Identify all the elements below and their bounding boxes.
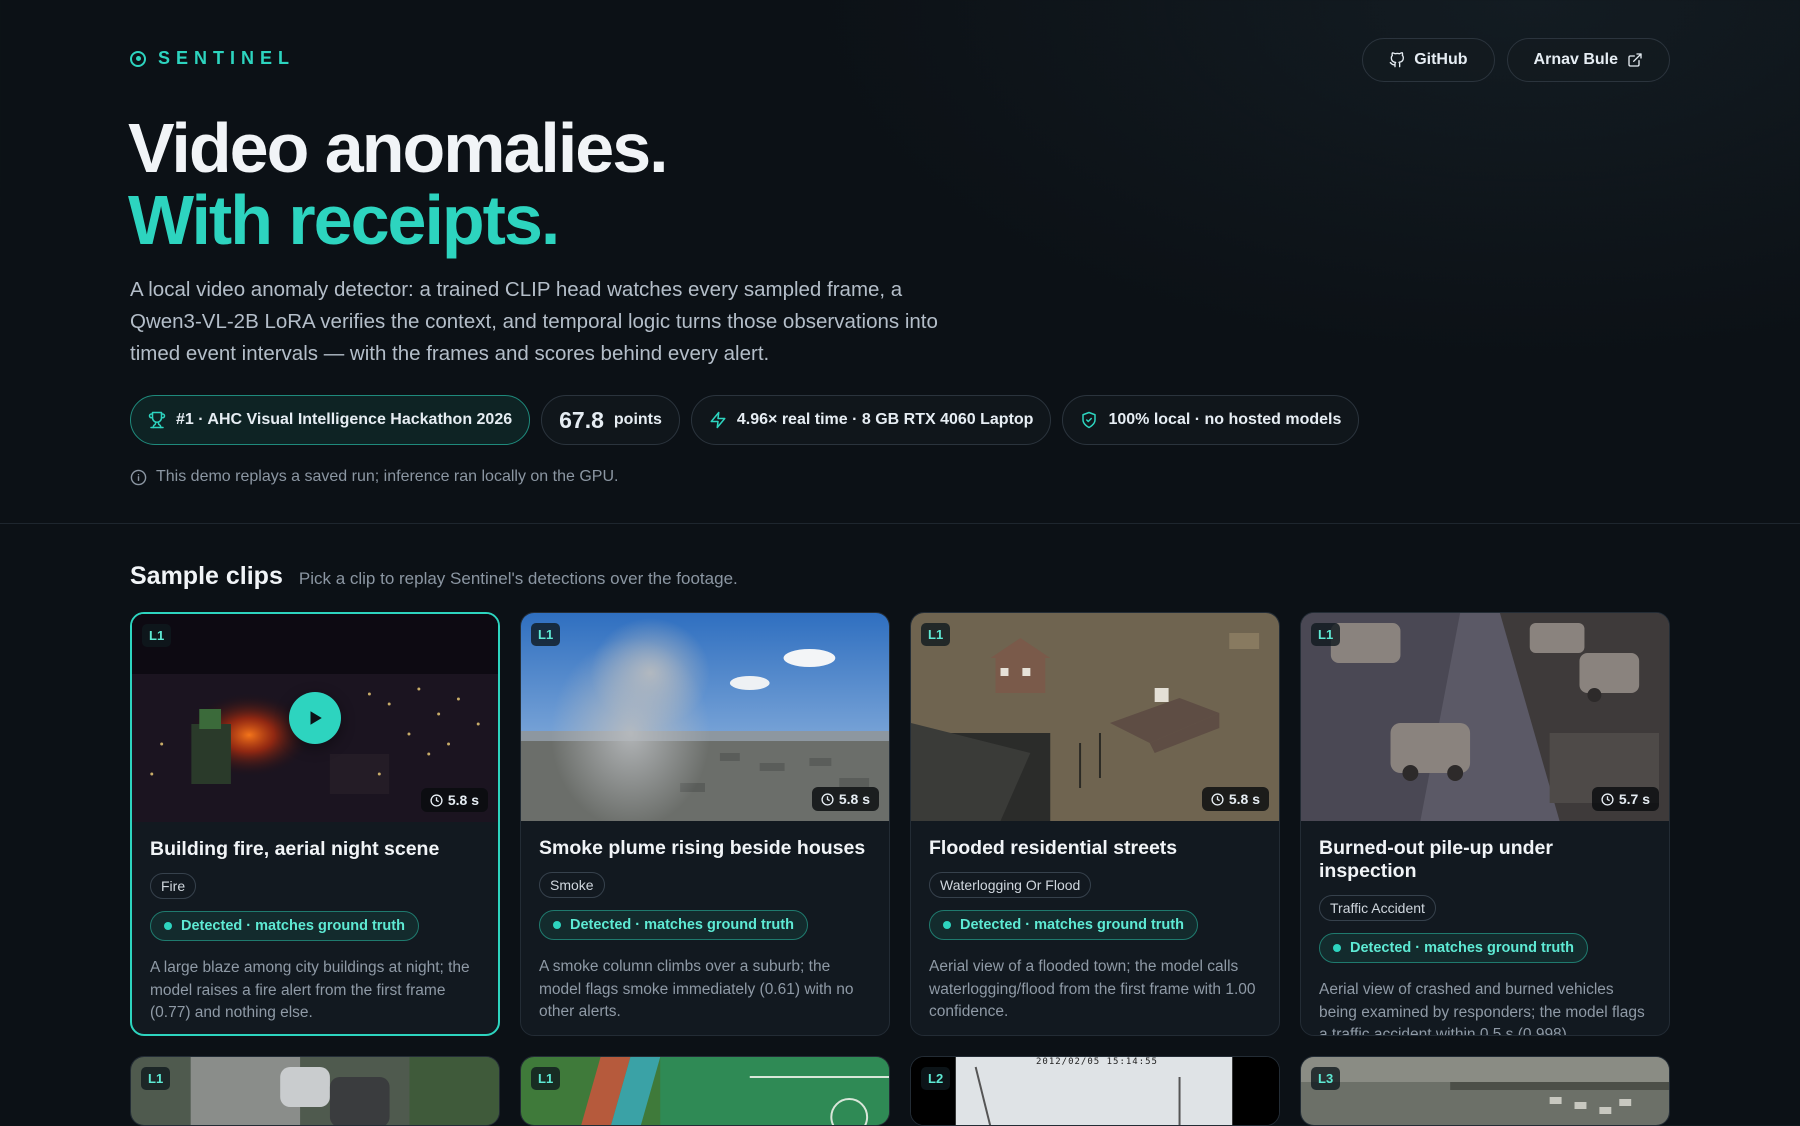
clip-card-fire[interactable]: L1 5.8 s Building fire, aerial night sce…	[130, 612, 500, 1036]
brand-name: SENTINEL	[158, 48, 296, 68]
points-badge: 67.8 points	[541, 395, 680, 445]
author-label: Arnav Bule	[1533, 51, 1618, 68]
clip-thumbnail: L1 5.7 s	[1301, 613, 1669, 821]
award-badge: #1 · AHC Visual Intelligence Hackathon 2…	[130, 395, 531, 445]
detection-status-text: Detected · matches ground truth	[570, 917, 794, 933]
status-dot-icon	[943, 921, 951, 929]
duration-badge: 5.8 s	[420, 788, 488, 812]
speed-label: 4.96× real time · 8 GB RTX 4060 Laptop	[736, 411, 1034, 428]
section-title: Sample clips	[130, 562, 283, 590]
detection-status: Detected · matches ground truth	[539, 910, 808, 940]
clip-title: Smoke plume rising beside houses	[539, 837, 866, 859]
points-value: 67.8	[559, 406, 604, 433]
brand-logo[interactable]: SENTINEL	[130, 48, 295, 69]
hero-description: A local video anomaly detector: a traine…	[130, 278, 938, 365]
clip-description: A large blaze among city buildings at ni…	[150, 959, 470, 1021]
shield-check-icon	[1082, 411, 1097, 429]
clip-thumbnail: L1 5.8 s	[132, 614, 498, 822]
lightning-icon	[710, 411, 726, 429]
duration-badge: 5.8 s	[1201, 787, 1269, 811]
category-tag: Fire	[150, 873, 197, 899]
level-badge: L1	[531, 1067, 561, 1090]
detection-status-text: Detected · matches ground truth	[181, 918, 405, 934]
detection-status-text: Detected · matches ground truth	[960, 917, 1184, 933]
level-badge: L2	[921, 1067, 951, 1090]
duration-badge: 5.7 s	[1591, 787, 1659, 811]
github-icon	[1389, 52, 1405, 68]
camera-timestamp: 2012/02/05 15:14:55	[1036, 1057, 1158, 1067]
detection-status: Detected · matches ground truth	[1319, 933, 1588, 963]
trophy-icon	[148, 411, 166, 429]
play-icon	[310, 711, 322, 725]
hero-title: Video anomalies. With receipts.	[128, 109, 669, 259]
external-link-icon	[1628, 53, 1642, 67]
points-label: points	[613, 411, 662, 428]
level-badge: L1	[1311, 623, 1341, 646]
section-header: Sample clips Pick a clip to replay Senti…	[130, 562, 738, 591]
author-link[interactable]: Arnav Bule	[1506, 38, 1670, 82]
hero-title-line2: With receipts.	[128, 181, 560, 259]
clip-thumbnail: L1 5.8 s	[521, 613, 889, 821]
clip-card-smoke[interactable]: L1 5.8 s Smoke plume rising beside house…	[520, 612, 890, 1036]
clip-title: Building fire, aerial night scene	[150, 838, 440, 860]
level-badge: L1	[531, 623, 561, 646]
clock-icon	[821, 792, 834, 806]
clock-icon	[1601, 792, 1614, 806]
duration-text: 5.8 s	[1228, 791, 1260, 807]
clock-icon	[1211, 792, 1224, 806]
category-tag: Traffic Accident	[1319, 895, 1436, 921]
level-badge: L3	[1311, 1067, 1341, 1090]
clip-title: Burned-out pile-up under inspection	[1319, 837, 1553, 882]
info-icon	[130, 469, 147, 485]
clip-description: Aerial view of a flooded town; the model…	[929, 958, 1256, 1020]
detection-status: Detected · matches ground truth	[929, 910, 1198, 940]
clip-card-traffic-accident[interactable]: L1 5.7 s Burned-out pile-up under inspec…	[1300, 612, 1670, 1036]
top-links: GitHub Arnav Bule	[1362, 38, 1670, 82]
duration-text: 5.7 s	[1618, 791, 1650, 807]
clip-grid: L1 5.8 s Building fire, aerial night sce…	[130, 612, 1670, 1126]
badge-row: #1 · AHC Visual Intelligence Hackathon 2…	[130, 395, 1360, 445]
clip-thumbnail: L1 5.8 s	[911, 613, 1279, 821]
clip-description: A smoke column climbs over a suburb; the…	[539, 958, 854, 1020]
hero-title-line1: Video anomalies.	[128, 109, 669, 187]
section-subtitle: Pick a clip to replay Sentinel's detecti…	[298, 569, 738, 588]
clock-icon	[430, 793, 443, 807]
clip-title: Flooded residential streets	[929, 837, 1178, 859]
github-link[interactable]: GitHub	[1362, 38, 1495, 82]
clip-thumbnail: L1	[131, 1057, 499, 1125]
clip-card-flood[interactable]: L1 5.8 s Flooded residential streets Wat…	[910, 612, 1280, 1036]
duration-text: 5.8 s	[838, 791, 870, 807]
demo-note: This demo replays a saved run; inference…	[130, 468, 618, 486]
clip-thumbnail: L3	[1301, 1057, 1669, 1125]
category-tag: Waterlogging Or Flood	[929, 872, 1092, 898]
clip-description: Aerial view of crashed and burned vehicl…	[1319, 981, 1645, 1036]
award-label: #1 · AHC Visual Intelligence Hackathon 2…	[176, 411, 513, 428]
category-tag: Smoke	[539, 872, 605, 898]
clip-card[interactable]: 2012/02/05 15:14:55 L2	[910, 1056, 1280, 1126]
clip-thumbnail: L1	[521, 1057, 889, 1125]
status-dot-icon	[164, 922, 172, 930]
status-dot-icon	[553, 921, 561, 929]
duration-badge: 5.8 s	[811, 787, 879, 811]
clip-card[interactable]: L3	[1300, 1056, 1670, 1126]
status-dot-icon	[1333, 944, 1341, 952]
detection-status-text: Detected · matches ground truth	[1350, 940, 1574, 956]
level-badge: L1	[141, 1067, 171, 1090]
github-label: GitHub	[1414, 51, 1468, 68]
clip-card[interactable]: L1	[520, 1056, 890, 1126]
target-icon	[130, 50, 146, 67]
clip-thumbnail: 2012/02/05 15:14:55 L2	[911, 1057, 1279, 1125]
level-badge: L1	[921, 623, 951, 646]
clip-card[interactable]: L1	[130, 1056, 500, 1126]
duration-text: 5.8 s	[447, 792, 479, 808]
section-divider	[0, 523, 1800, 524]
level-badge: L1	[142, 624, 172, 647]
demo-note-text: This demo replays a saved run; inference…	[156, 468, 619, 485]
local-badge: 100% local · no hosted models	[1062, 395, 1360, 445]
detection-status: Detected · matches ground truth	[150, 911, 419, 941]
speed-badge: 4.96× real time · 8 GB RTX 4060 Laptop	[690, 395, 1052, 445]
play-button[interactable]	[289, 692, 341, 744]
local-label: 100% local · no hosted models	[1108, 411, 1342, 428]
